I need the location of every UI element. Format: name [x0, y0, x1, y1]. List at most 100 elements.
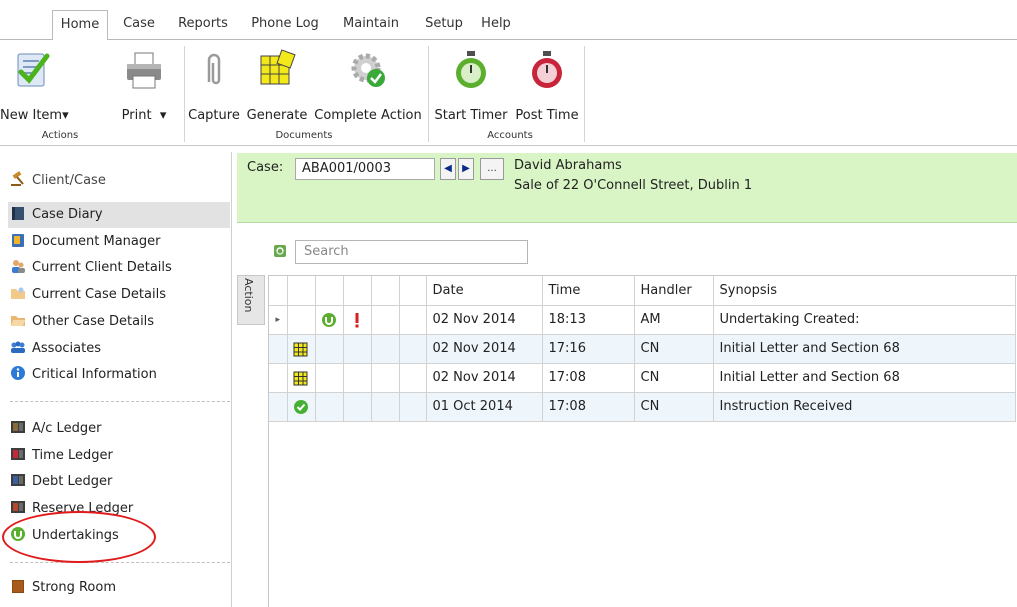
new-item-dropdown-icon: ▾	[62, 108, 69, 123]
nav-case-diary[interactable]: Case Diary	[8, 202, 230, 228]
client-people-icon	[12, 260, 25, 273]
action-side-tab[interactable]: Action	[237, 275, 265, 325]
row-synopsis: Initial Letter and Section 68	[713, 363, 1016, 393]
nav-strong-room[interactable]: Strong Room	[10, 575, 116, 601]
header-synopsis[interactable]: Synopsis	[713, 276, 1016, 306]
header-handler[interactable]: Handler	[634, 276, 714, 306]
action-tab-label: Action	[242, 278, 255, 313]
header-time[interactable]: Time	[542, 276, 635, 306]
nav-current-case-details-label: Current Case Details	[32, 287, 166, 302]
nav-associates[interactable]: Associates	[10, 336, 101, 362]
row-handler: CN	[634, 392, 714, 422]
row-date: 02 Nov 2014	[426, 334, 543, 364]
row-time: 18:13	[542, 305, 635, 335]
row-icon-cell	[371, 305, 400, 335]
row-icon-cell	[371, 334, 400, 364]
row-time: 17:08	[542, 363, 635, 393]
strong-room-icon	[12, 580, 24, 593]
row-marker-cell	[269, 392, 288, 422]
row-date: 02 Nov 2014	[426, 305, 543, 335]
search-input[interactable]: Search	[295, 240, 528, 264]
case-number-field[interactable]: ABA001/0003	[295, 158, 435, 180]
nav-ac-ledger-label: A/c Ledger	[32, 421, 102, 436]
row-icon-cell	[371, 363, 400, 393]
previous-case-button[interactable]: ◀	[440, 158, 456, 180]
generated-document-icon	[293, 342, 308, 356]
row-handler: AM	[634, 305, 714, 335]
printer-icon	[127, 52, 161, 89]
nav-current-case-details[interactable]: Current Case Details	[10, 282, 166, 308]
tab-maintain[interactable]: Maintain	[333, 10, 409, 40]
nav-other-case-details[interactable]: Other Case Details	[10, 309, 154, 335]
case-lookup-button[interactable]: ...	[480, 158, 504, 180]
nav-time-ledger[interactable]: Time Ledger	[10, 443, 113, 469]
time-ledger-book-icon	[11, 448, 25, 460]
refresh-icon[interactable]	[273, 244, 287, 258]
capture-button[interactable]: Capture	[186, 40, 242, 124]
completed-check-icon	[294, 399, 308, 414]
tab-home[interactable]: Home	[52, 10, 108, 40]
start-timer-button[interactable]: Start Timer	[431, 40, 511, 124]
header-cell	[287, 276, 316, 306]
capture-label: Capture	[188, 108, 240, 123]
nav-client-case[interactable]: Client/Case	[10, 168, 106, 194]
row-marker-cell	[269, 363, 288, 393]
nav-critical-information[interactable]: Critical Information	[10, 362, 157, 388]
paperclip-icon	[207, 53, 221, 85]
row-icon-cell	[343, 334, 372, 364]
nav-other-case-details-label: Other Case Details	[32, 314, 155, 329]
nav-document-manager[interactable]: Document Manager	[10, 229, 160, 255]
new-item-label: New Item	[0, 108, 63, 123]
row-icon-cell	[315, 334, 344, 364]
matter-description: Sale of 22 O'Connell Street, Dublin 1	[514, 178, 753, 193]
next-case-button[interactable]: ▶	[458, 158, 474, 180]
row-icon-cell	[315, 363, 344, 393]
nav-current-client-details[interactable]: Current Client Details	[10, 255, 172, 281]
tab-case[interactable]: Case	[115, 10, 163, 40]
row-date: 01 Oct 2014	[426, 392, 543, 422]
nav-document-manager-label: Document Manager	[32, 234, 161, 249]
table-row[interactable]: 01 Oct 2014 17:08 CN Instruction Receive…	[269, 392, 1016, 422]
ac-ledger-book-icon	[11, 421, 25, 433]
header-cell	[371, 276, 400, 306]
table-row[interactable]: ▸ 02 Nov 2014 18:13 AM Undertaking Creat…	[269, 305, 1016, 335]
nav-debt-ledger[interactable]: Debt Ledger	[10, 469, 112, 495]
row-date: 02 Nov 2014	[426, 363, 543, 393]
print-button[interactable]: Print ▾	[104, 40, 184, 124]
gavel-icon	[11, 171, 24, 186]
row-synopsis: Instruction Received	[713, 392, 1016, 422]
ribbon-separator	[184, 46, 185, 142]
start-timer-label: Start Timer	[434, 108, 508, 123]
header-cell	[399, 276, 427, 306]
header-cell	[269, 276, 288, 306]
post-time-button[interactable]: Post Time	[512, 40, 582, 124]
undertaking-icon	[322, 312, 336, 327]
table-row[interactable]: 02 Nov 2014 17:16 CN Initial Letter and …	[269, 334, 1016, 364]
row-icon-cell	[343, 392, 372, 422]
ribbon-separator	[428, 46, 429, 142]
nav-client-case-label: Client/Case	[32, 173, 106, 188]
nav-case-diary-label: Case Diary	[32, 207, 103, 222]
row-icon-cell	[315, 392, 344, 422]
tab-help[interactable]: Help	[473, 10, 519, 40]
ribbon-separator	[584, 46, 585, 142]
row-icon-cell	[343, 363, 372, 393]
grid-header-row: Date Time Handler Synopsis	[269, 276, 1016, 306]
case-diary-grid: Date Time Handler Synopsis ▸ 02 Nov 2014…	[268, 275, 1017, 607]
start-timer-stopwatch-icon	[456, 51, 486, 88]
header-date[interactable]: Date	[426, 276, 543, 306]
new-item-button[interactable]: New Item▾	[0, 40, 69, 124]
nav-ac-ledger[interactable]: A/c Ledger	[10, 416, 101, 442]
generate-button[interactable]: Generate	[244, 40, 310, 124]
reserve-ledger-book-icon	[11, 501, 25, 513]
tab-reports[interactable]: Reports	[170, 10, 236, 40]
row-icon-cell	[399, 305, 427, 335]
nav-divider	[10, 562, 230, 563]
case-header: Case: ABA001/0003 ◀ ▶ ... David Abrahams…	[237, 153, 1017, 223]
row-handler: CN	[634, 363, 714, 393]
tab-setup[interactable]: Setup	[418, 10, 470, 40]
row-icon-cell	[287, 363, 316, 393]
complete-action-button[interactable]: Complete Action	[310, 40, 426, 124]
tab-phone-log[interactable]: Phone Log	[245, 10, 325, 40]
table-row[interactable]: 02 Nov 2014 17:08 CN Initial Letter and …	[269, 363, 1016, 393]
